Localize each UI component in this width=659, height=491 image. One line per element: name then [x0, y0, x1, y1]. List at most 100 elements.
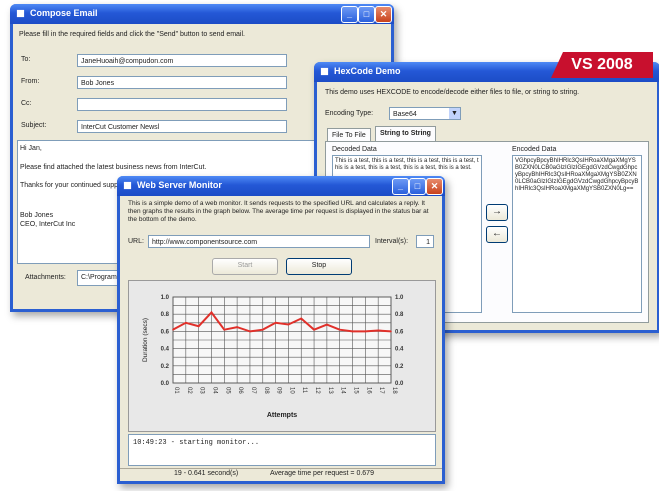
data-point	[326, 323, 328, 326]
x-tick-label: 14	[340, 387, 346, 394]
minimize-button[interactable]: _	[392, 178, 409, 195]
x-tick-label: 10	[288, 387, 294, 394]
x-tick-label: 01	[173, 387, 179, 394]
x-tick-label: 17	[378, 387, 384, 394]
data-point	[261, 328, 264, 331]
x-tick-label: 11	[301, 387, 307, 394]
instructions-text: This is a simple demo of a web monitor. …	[128, 200, 429, 223]
status-average: Average time per request = 0.679	[270, 470, 374, 477]
app-icon	[320, 67, 329, 76]
decode-button[interactable]: ←	[486, 226, 508, 243]
tab-file-to-file[interactable]: File To File	[327, 128, 371, 142]
close-button[interactable]: ✕	[375, 6, 392, 23]
log-textbox[interactable]: 10:49:23 - starting monitor...	[128, 434, 436, 466]
x-axis-label: Attempts	[267, 412, 297, 419]
x-tick-label: 05	[224, 387, 230, 394]
start-button[interactable]: Start	[212, 258, 278, 275]
encoded-textbox[interactable]: VGhpcyBpcyBhIHRlc3QsIHRoaXMgaXMgYSB0ZXN0…	[512, 155, 642, 313]
body-line: Bob Jones	[20, 212, 54, 219]
x-tick-label: 04	[211, 387, 217, 394]
minimize-button[interactable]: _	[341, 6, 358, 23]
data-point	[377, 329, 379, 332]
decoded-label: Decoded Data	[332, 146, 377, 153]
chevron-down-icon[interactable]: ▼	[449, 108, 460, 119]
body-line: Hi Jan,	[20, 145, 42, 152]
data-point	[185, 322, 187, 324]
body-line: Thanks for your continued support	[20, 182, 127, 189]
data-point	[223, 328, 226, 331]
instructions-text: Please fill in the required fields and c…	[19, 31, 245, 38]
maximize-button[interactable]: □	[409, 178, 426, 195]
data-point	[274, 322, 277, 324]
compose-title-bar[interactable]: Compose Email _ □ ✕	[10, 4, 394, 24]
data-point	[287, 323, 290, 326]
encode-button[interactable]: →	[486, 204, 508, 221]
status-last-request: 19 - 0.641 second(s)	[174, 470, 239, 477]
maximize-button[interactable]: □	[358, 6, 375, 23]
y-axis-label: Duration (secs)	[142, 318, 149, 362]
x-tick-label: 13	[327, 387, 333, 394]
y-tick-label-right: 1.0	[395, 295, 404, 301]
window-title: HexCode Demo	[334, 66, 401, 76]
y-tick-label-right: 0.8	[395, 312, 404, 318]
instructions-text: This demo uses HEXCODE to encode/decode …	[325, 89, 580, 96]
subject-field[interactable]: InterCut Customer Newsl	[77, 120, 287, 133]
y-tick-label-right: 0.6	[395, 329, 404, 335]
y-tick-label-left: 0.6	[161, 329, 170, 335]
x-tick-label: 15	[353, 387, 359, 394]
body-line: CEO, InterCut Inc	[20, 221, 76, 228]
status-bar: 19 - 0.641 second(s) Average time per re…	[120, 468, 442, 481]
url-field[interactable]: http://www.componentsource.com	[148, 235, 370, 248]
x-tick-label: 02	[186, 387, 192, 394]
body-line: Please find attached the latest business…	[20, 164, 207, 171]
y-tick-label-left: 0.4	[161, 347, 170, 353]
data-point	[313, 328, 315, 331]
attachments-label: Attachments:	[25, 274, 66, 281]
x-tick-label: 08	[263, 387, 269, 394]
to-field[interactable]: JaneHuoaih@compudon.com	[77, 54, 287, 67]
web-server-monitor-window: Web Server Monitor _ □ ✕ This is a simpl…	[117, 176, 445, 484]
window-title: Compose Email	[30, 8, 98, 18]
y-tick-label-left: 0.2	[161, 364, 170, 370]
app-icon	[16, 9, 25, 18]
interval-label: Interval(s):	[375, 238, 409, 245]
from-label: From:	[21, 78, 40, 85]
x-tick-label: 06	[237, 387, 243, 394]
cc-label: Cc:	[21, 100, 32, 107]
data-point	[197, 325, 200, 328]
stop-button[interactable]: Stop	[286, 258, 352, 275]
y-tick-label-right: 0.4	[395, 347, 404, 353]
y-tick-label-right: 0.2	[395, 364, 404, 370]
x-tick-label: 09	[276, 387, 282, 394]
interval-field[interactable]: 1	[416, 235, 434, 248]
from-field[interactable]: Bob Jones	[77, 76, 287, 89]
x-tick-label: 12	[314, 387, 320, 394]
data-point	[172, 328, 174, 331]
x-tick-label: 18	[391, 387, 397, 394]
monitor-title-bar[interactable]: Web Server Monitor _ □ ✕	[117, 176, 445, 196]
app-icon	[123, 181, 132, 190]
y-tick-label-left: 1.0	[161, 295, 170, 301]
response-time-chart: 01 02 03 04 05 06 07 08 09 10 11 12 13 14 15 16 17 180.0 0…	[142, 295, 404, 419]
data-point	[364, 330, 367, 333]
encoded-label: Encoded Data	[512, 146, 557, 153]
x-tick-label: 07	[250, 387, 256, 394]
data-point	[249, 330, 251, 333]
y-tick-label-left: 0.8	[161, 312, 170, 318]
close-button[interactable]: ✕	[426, 178, 443, 195]
x-tick-label: 03	[199, 387, 205, 394]
chart-panel: 01 02 03 04 05 06 07 08 09 10 11 12 13 14 15 16 17 18 0.0 0…	[128, 280, 436, 432]
url-label: URL:	[128, 238, 144, 245]
tab-string-to-string[interactable]: String to String	[375, 126, 436, 142]
to-label: To:	[21, 56, 31, 63]
log-line: 10:49:23 - starting monitor...	[133, 439, 260, 447]
data-point	[300, 317, 303, 320]
y-tick-label-right: 0.0	[395, 381, 404, 387]
data-point	[351, 330, 354, 333]
subject-label: Subject:	[21, 122, 47, 129]
vs-2008-badge: VS 2008	[551, 52, 653, 78]
window-title: Web Server Monitor	[137, 180, 222, 190]
data-point	[338, 328, 341, 331]
cc-field[interactable]	[77, 98, 287, 111]
encoding-type-label: Encoding Type:	[325, 110, 374, 117]
